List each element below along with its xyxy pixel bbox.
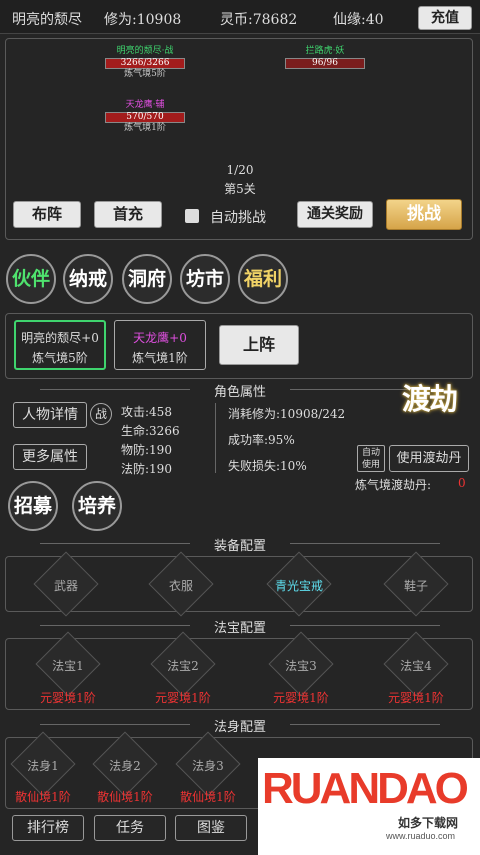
- partner-button[interactable]: 伙伴: [6, 254, 56, 304]
- watermark-sub: 如多下载网: [398, 816, 459, 830]
- ally2-name: 天龙鹰·辅: [125, 100, 165, 110]
- attr-divider: [215, 403, 216, 473]
- cost-stat: 消耗修为:10908/242: [228, 407, 346, 421]
- ranking-button[interactable]: 排行榜: [12, 815, 84, 841]
- clothes-label: 衣服: [168, 579, 193, 593]
- auto-use-toggle[interactable]: 自动使用: [357, 445, 385, 472]
- treasure-req-4: 元婴境1阶: [388, 691, 444, 705]
- body-req-2: 散仙境1阶: [97, 790, 153, 804]
- first-charge-button[interactable]: 首充: [94, 201, 162, 228]
- ally-card-support[interactable]: 天龙鹰·辅 570/570 炼气境1阶: [104, 99, 186, 137]
- treasure-label-2: 法宝2: [167, 659, 199, 673]
- ally-level: 炼气境5阶: [124, 69, 166, 79]
- attack-stat: 攻击:458: [121, 405, 172, 419]
- train-button[interactable]: 培养: [72, 481, 122, 531]
- pdef-stat: 物防:190: [121, 443, 172, 457]
- treasure-req-2: 元婴境1阶: [155, 691, 211, 705]
- cave-button[interactable]: 洞府: [122, 254, 172, 304]
- ally-name: 明亮的颓尽·战: [116, 46, 174, 56]
- character-detail-button[interactable]: 人物详情: [13, 402, 87, 428]
- stage-label: 第5关: [224, 182, 256, 196]
- success-rate: 成功率:95%: [228, 433, 295, 447]
- member1-level: 炼气境5阶: [32, 351, 88, 365]
- body-header: 法身配置: [0, 716, 480, 735]
- war-icon[interactable]: 战: [90, 403, 112, 425]
- member1-name: 明亮的颓尽+0: [21, 331, 99, 345]
- watermark-url: www.ruaduo.com: [386, 831, 456, 841]
- shoes-label: 鞋子: [403, 579, 428, 593]
- treasure-header: 法宝配置: [0, 617, 480, 636]
- equip-header: 装备配置: [0, 535, 480, 554]
- ally2-level: 炼气境1阶: [124, 123, 166, 133]
- ally-card-main[interactable]: 明亮的颓尽·战 3266/3266 炼气境5阶: [104, 45, 186, 83]
- member2-level: 炼气境1阶: [132, 351, 188, 365]
- player-name: 明亮的颓尽: [12, 12, 82, 28]
- challenge-button[interactable]: 挑战: [386, 199, 462, 230]
- body-label-3: 法身3: [192, 759, 224, 773]
- watermark-brand: RUANDAO: [262, 764, 469, 813]
- watermark-logo: RUANDAO 如多下载网 www.ruaduo.com: [258, 758, 480, 855]
- market-button[interactable]: 坊市: [180, 254, 230, 304]
- auto-challenge-checkbox[interactable]: [185, 209, 199, 223]
- body-req-1: 散仙境1阶: [15, 790, 71, 804]
- recruit-button[interactable]: 招募: [8, 481, 58, 531]
- cultivation-value: 修为:10908: [104, 12, 182, 28]
- more-attrs-button[interactable]: 更多属性: [13, 444, 87, 470]
- ring-button[interactable]: 纳戒: [63, 254, 113, 304]
- body-label-1: 法身1: [27, 759, 59, 773]
- tribulation-button[interactable]: 渡劫: [393, 384, 465, 444]
- guide-button[interactable]: 图鉴: [175, 815, 247, 841]
- wave-counter: 1/20: [226, 163, 254, 177]
- fate-value: 仙缘:40: [333, 12, 384, 28]
- weapon-label: 武器: [53, 579, 78, 593]
- ring-label: 青光宝戒: [274, 579, 323, 593]
- treasure-label-4: 法宝4: [400, 659, 432, 673]
- treasure-label-1: 法宝1: [52, 659, 84, 673]
- clear-reward-button[interactable]: 通关奖励: [297, 201, 373, 228]
- use-pill-button[interactable]: 使用渡劫丹: [389, 445, 469, 472]
- pill-count: 0: [458, 476, 466, 490]
- enemy-card[interactable]: 拦路虎·妖 96/96: [284, 45, 366, 83]
- treasure-req-3: 元婴境1阶: [273, 691, 329, 705]
- ally2-hp-bar: 570/570: [105, 112, 185, 123]
- member2-name: 天龙鹰+0: [133, 331, 187, 345]
- team-member-2[interactable]: 天龙鹰+0 炼气境1阶: [114, 320, 206, 370]
- body-req-3: 散仙境1阶: [180, 790, 236, 804]
- enemy-name: 拦路虎·妖: [305, 46, 345, 56]
- auto-challenge-label: 自动挑战: [210, 210, 266, 226]
- enemy-hp-bar: 96/96: [285, 58, 365, 69]
- formation-button[interactable]: 布阵: [13, 201, 81, 228]
- ally-hp-bar: 3266/3266: [105, 58, 185, 69]
- deploy-button[interactable]: 上阵: [219, 325, 299, 365]
- welfare-button[interactable]: 福利: [238, 254, 288, 304]
- task-button[interactable]: 任务: [94, 815, 166, 841]
- team-member-1[interactable]: 明亮的颓尽+0 炼气境5阶: [14, 320, 106, 370]
- treasure-label-3: 法宝3: [285, 659, 317, 673]
- recharge-button[interactable]: 充值: [418, 6, 472, 30]
- top-bar: 明亮的颓尽 修为:10908 灵币:78682 仙缘:40 充值: [0, 0, 480, 34]
- treasure-req-1: 元婴境1阶: [40, 691, 96, 705]
- hp-stat: 生命:3266: [121, 424, 180, 438]
- fail-loss: 失败损失:10%: [228, 459, 307, 473]
- spirit-coin-value: 灵币:78682: [220, 12, 298, 28]
- body-label-2: 法身2: [109, 759, 141, 773]
- pill-label: 炼气境渡劫丹:: [355, 478, 432, 492]
- mdef-stat: 法防:190: [121, 462, 172, 476]
